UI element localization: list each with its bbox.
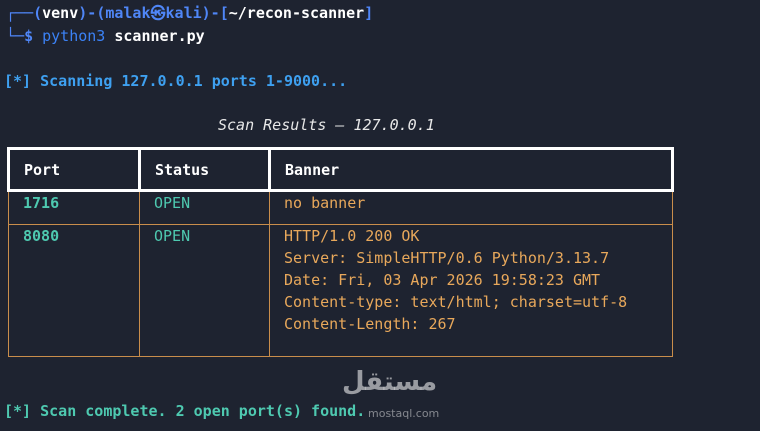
header-status: Status (138, 147, 271, 192)
port-cell: 8080 (8, 224, 140, 357)
banner-line: HTTP/1.0 200 OK (284, 227, 420, 245)
prompt-paren: ) (78, 4, 88, 22)
table-row: 8080 OPEN HTTP/1.0 200 OK Server: Simple… (8, 224, 673, 357)
prompt-dollar: $ (24, 27, 34, 45)
command-name: python3 (42, 27, 106, 45)
prompt-paren: ( (96, 4, 106, 22)
prompt-at: ㉿ (150, 4, 166, 22)
prompt-corner-bottom: └─ (6, 27, 25, 45)
header-banner: Banner (268, 147, 674, 192)
watermark-url: mostaql.com (368, 407, 440, 420)
prompt-host: kali (165, 4, 202, 22)
banner-line: Content-type: text/html; charset=utf-8 (284, 293, 628, 311)
prompt-line-2: └─$ python3 scanner.py (6, 26, 205, 46)
scan-results-table: Port Status Banner 1716 OPEN no banner 8… (7, 147, 674, 357)
table-header-row: Port Status Banner (7, 147, 674, 192)
prompt-user: malak (105, 4, 151, 22)
header-port: Port (7, 147, 141, 192)
prompt-bracket: -[ (210, 4, 229, 22)
prompt-bracket: ] (364, 4, 374, 22)
prompt-directory: ~/recon-scanner (228, 4, 365, 22)
banner-cell: HTTP/1.0 200 OK Server: SimpleHTTP/0.6 P… (269, 224, 673, 357)
banner-line: no banner (284, 194, 366, 212)
table-title: Scan Results — 127.0.0.1 (218, 116, 435, 134)
command-argument: scanner.py (114, 27, 205, 45)
scan-status-message: [*] Scanning 127.0.0.1 ports 1-9000... (4, 72, 348, 90)
prompt-line-1: ┌──(venv)-(malak㉿kali)-[~/recon-scanner] (6, 3, 373, 23)
prompt-dash: - (87, 4, 97, 22)
table-row: 1716 OPEN no banner (8, 190, 673, 225)
banner-cell: no banner (269, 190, 673, 225)
watermark-logo: مستقل (342, 367, 438, 397)
prompt-paren: ) (201, 4, 211, 22)
banner-line: Content-Length: 267 (284, 315, 456, 333)
scan-complete-message: [*] Scan complete. 2 open port(s) found. (4, 402, 366, 420)
prompt-paren: ( (33, 4, 43, 22)
status-cell: OPEN (139, 224, 270, 357)
port-cell: 1716 (8, 190, 140, 225)
banner-line: Date: Fri, 03 Apr 2026 19:58:23 GMT (284, 271, 601, 289)
venv-label: venv (42, 4, 79, 22)
status-cell: OPEN (139, 190, 270, 225)
prompt-corner-top: ┌── (6, 4, 34, 22)
banner-line: Server: SimpleHTTP/0.6 Python/3.13.7 (284, 249, 610, 267)
